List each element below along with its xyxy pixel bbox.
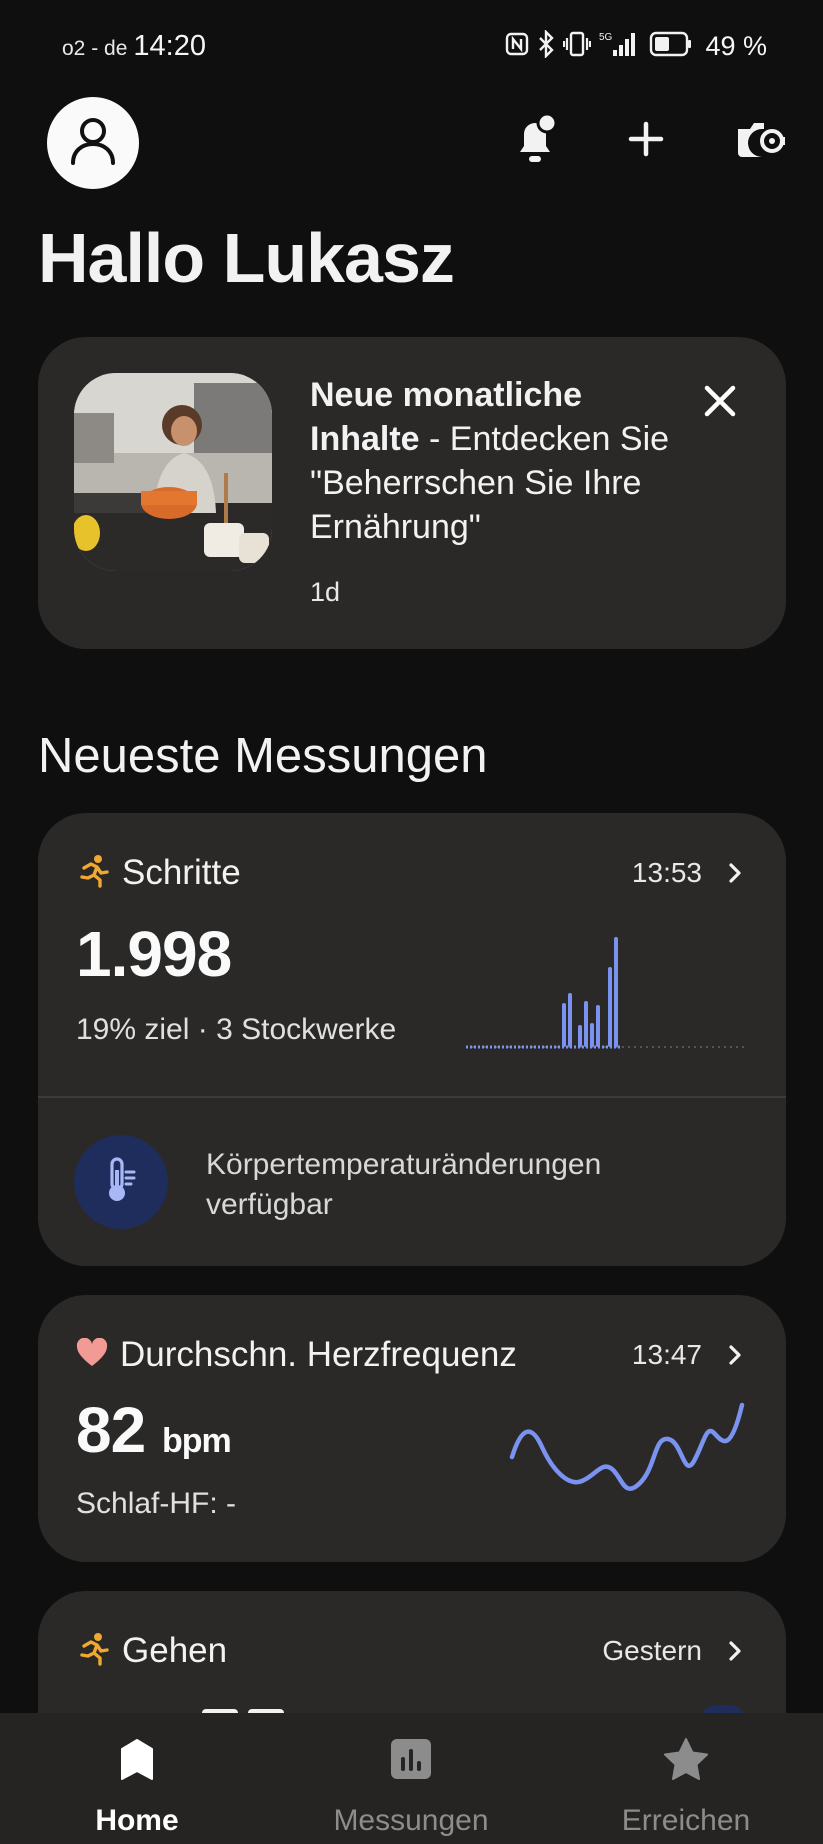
promo-text: Neue monatliche Inhalte - Entdecken Sie … — [310, 373, 670, 549]
heart-rate-card[interactable]: Durchschn. Herzfrequenz 13:47 82 bpm Sch… — [38, 1295, 786, 1562]
nav-home[interactable]: Home — [27, 1737, 247, 1838]
heart-title: Durchschn. Herzfrequenz — [120, 1335, 517, 1374]
steps-card[interactable]: Schritte 13:53 1.998 19% ziel · 3 Stockw… — [38, 813, 786, 1266]
heart-unit: bpm — [161, 1422, 232, 1460]
steps-subtext: 19% ziel · 3 Stockwerke — [76, 1013, 396, 1047]
close-promo-button[interactable] — [702, 383, 738, 419]
nfc-icon — [505, 32, 529, 61]
step-bar — [608, 967, 612, 1047]
temperature-notice-text[interactable]: Körpertemperaturänderungen verfügbar — [206, 1145, 686, 1225]
steps-floors: · 3 Stockwerke — [197, 1013, 397, 1046]
close-icon — [702, 385, 738, 423]
nav-measurements-label: Messungen — [333, 1804, 489, 1837]
chart-icon — [389, 1737, 433, 1786]
clock: 14:20 — [133, 30, 206, 62]
steps-card-header: Schritte 13:53 — [76, 853, 746, 893]
nav-achievements[interactable]: Erreichen — [576, 1737, 796, 1838]
watch-camera-icon — [734, 119, 786, 164]
home-icon — [118, 1737, 156, 1786]
card-divider — [38, 1096, 786, 1098]
walk-card-header: Gehen Gestern — [76, 1631, 746, 1671]
heart-time: 13:47 — [631, 1339, 702, 1370]
heart-rate-line — [509, 1402, 745, 1491]
walk-title: Gehen — [122, 1631, 228, 1670]
svg-text:5G: 5G — [599, 32, 613, 43]
chevron-right-icon — [724, 862, 746, 884]
chevron-right-icon — [724, 1640, 746, 1662]
steps-chart-svg — [466, 937, 746, 1049]
heart-value-row: 82 bpm — [76, 1393, 232, 1467]
notifications-button[interactable] — [512, 112, 560, 171]
step-bar — [614, 937, 618, 1047]
bluetooth-icon — [537, 29, 555, 63]
walk-time: Gestern — [602, 1635, 702, 1666]
heart-chart-svg — [509, 1402, 745, 1491]
battery-icon — [649, 31, 693, 62]
steps-time: 13:53 — [631, 857, 702, 888]
step-bar — [590, 1023, 594, 1047]
status-right: 5G 49 % — [505, 29, 767, 63]
nav-achievements-label: Erreichen — [621, 1804, 751, 1837]
steps-title: Schritte — [122, 853, 241, 892]
signal-icon: 5G — [599, 30, 641, 63]
temperature-notice-icon-wrap — [74, 1135, 168, 1229]
vibrate-icon — [563, 31, 592, 62]
star-icon — [663, 1737, 709, 1786]
greeting-title: Hallo Lukasz — [38, 219, 455, 297]
nav-measurements[interactable]: Messungen — [301, 1737, 521, 1838]
steps-mini-chart — [464, 913, 748, 1056]
nav-home-label: Home — [95, 1804, 179, 1837]
step-bar — [562, 1003, 566, 1047]
heart-mini-chart — [508, 1395, 748, 1520]
heart-value: 82 — [76, 1394, 146, 1466]
user-icon — [70, 116, 116, 171]
walking-icon — [76, 1632, 110, 1671]
step-bar — [578, 1025, 582, 1047]
heart-card-header: Durchschn. Herzfrequenz 13:47 — [76, 1335, 746, 1375]
profile-avatar-button[interactable] — [47, 97, 139, 189]
cooking-photo — [74, 373, 272, 571]
heart-icon — [76, 1337, 108, 1373]
device-button[interactable] — [732, 114, 788, 168]
status-left: o2 - de 14:20 — [62, 30, 206, 63]
notification-bell-icon — [512, 112, 560, 171]
add-button[interactable] — [622, 114, 670, 168]
step-bar — [568, 993, 572, 1047]
steps-goal: 19% ziel — [76, 1013, 190, 1046]
thermometer-icon — [104, 1156, 138, 1209]
step-bar — [584, 1001, 588, 1047]
plus-icon — [628, 121, 664, 162]
promo-age: 1d — [310, 577, 341, 607]
battery-percent: 49 % — [705, 31, 767, 61]
step-bar — [596, 1005, 600, 1047]
running-icon — [76, 854, 110, 893]
chevron-right-icon — [724, 1344, 746, 1366]
sleep-hr-text: Schlaf-HF: - — [76, 1487, 237, 1520]
status-bar: o2 - de 14:20 5G 49 % — [0, 0, 823, 90]
carrier-label: o2 - de — [62, 37, 128, 60]
bottom-navigation: Home Messungen Erreichen — [0, 1713, 823, 1844]
section-title: Neueste Messungen — [38, 729, 488, 783]
steps-value: 1.998 — [76, 918, 232, 990]
promo-card[interactable]: Neue monatliche Inhalte - Entdecken Sie … — [38, 337, 786, 649]
